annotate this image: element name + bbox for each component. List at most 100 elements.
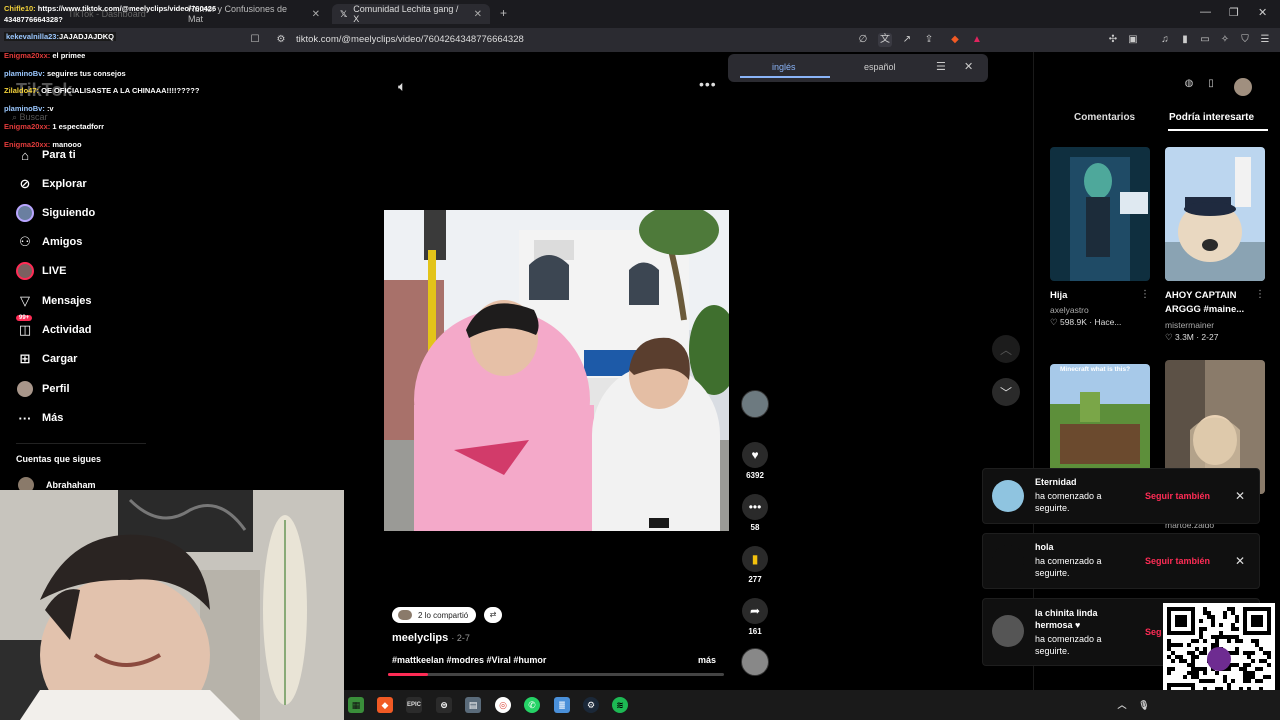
x-logo-icon: 𝕏 [340, 8, 348, 19]
sidebar-item-actividad[interactable]: ◫ 99+ Actividad [16, 315, 92, 339]
menu-icon[interactable]: ☰ [1258, 33, 1272, 47]
extensions-icon[interactable]: ✣ [1106, 33, 1120, 47]
share-button[interactable]: ➦ 161 [740, 598, 770, 636]
card-author: axelyastro [1050, 305, 1089, 316]
tab-comentarios[interactable]: Comentarios [1074, 112, 1135, 123]
notification-text: ha comenzado a seguirte. [1035, 556, 1102, 578]
video-progress-bar[interactable] [388, 673, 724, 676]
sound-disc-button[interactable] [740, 648, 770, 676]
wallet-icon[interactable]: ▭ [1198, 33, 1212, 47]
sidebar-item-mas[interactable]: ··· Más [16, 409, 64, 427]
next-video-chevron-down-icon[interactable]: ﹀ [992, 378, 1020, 406]
close-window-icon[interactable]: ✕ [1258, 6, 1267, 19]
webcam-feed [0, 490, 344, 720]
thumbnail-caption: Minecraft what is this? [1060, 366, 1131, 373]
hamburger-menu-icon[interactable]: ☰ [936, 60, 946, 73]
open-external-icon[interactable]: ↗ [900, 33, 914, 47]
shared-by-pill[interactable]: 2 lo compartió [392, 607, 477, 623]
save-button[interactable]: ▮ 277 [740, 546, 770, 584]
music-icon[interactable]: ♫ [1158, 33, 1172, 47]
bookmark-icon[interactable]: ☐ [248, 33, 262, 47]
share-icon[interactable]: ⇪ [922, 33, 936, 47]
sidebar-item-perfil[interactable]: Perfil [16, 380, 70, 398]
new-tab-button[interactable]: + [500, 6, 507, 20]
chevron-up-icon[interactable]: ︿ [1114, 697, 1130, 713]
site-settings-icon[interactable]: ⚙ [274, 33, 288, 47]
chat-text: 1 espectadforr [52, 122, 105, 131]
url-field[interactable]: tiktok.com/@meelyclips/video/76042643487… [296, 34, 524, 45]
video-hashtags[interactable]: #mattkeelan #modres #Viral #humor [392, 655, 546, 665]
more-options-icon[interactable]: ••• [699, 76, 717, 92]
close-icon[interactable]: ✕ [964, 60, 973, 73]
card-title: Hija [1050, 290, 1068, 301]
rewards-icon[interactable]: ▲ [970, 33, 984, 47]
translate-target-tab[interactable]: español [864, 62, 896, 72]
vpn-icon[interactable]: ⛉ [1238, 33, 1252, 47]
brave-shield-icon[interactable]: ◆ [948, 33, 962, 47]
recommended-video-card[interactable]: Hija axelyastro ♡ 598.9K · Hace... ⋮ [1050, 147, 1150, 328]
video-author[interactable]: meelyclips · 2-7 [392, 632, 470, 644]
close-icon[interactable]: ✕ [1235, 554, 1245, 568]
device-icon[interactable]: ▯ [1204, 78, 1218, 92]
notification-badge: 99+ [16, 315, 33, 321]
leo-ai-icon[interactable]: ✧ [1218, 33, 1232, 47]
close-icon[interactable]: ✕ [1235, 489, 1245, 503]
steam-icon[interactable]: ⚙ [583, 697, 599, 713]
follow-back-button[interactable]: Seguir también [1145, 491, 1210, 501]
avatar [992, 545, 1024, 577]
recommended-video-card[interactable]: AHOY CAPTAIN ARGGG #maine... mistermaine… [1165, 147, 1265, 343]
sidebar-item-cargar[interactable]: ⊞ Cargar [16, 350, 78, 368]
follow-back-button[interactable]: Seguir también [1145, 556, 1210, 566]
close-icon[interactable]: ✕ [474, 9, 482, 20]
chat-user: Zilaldo47: [4, 86, 40, 95]
more-icon: ··· [18, 410, 32, 426]
autoscroll-icon[interactable]: ◍ [1182, 78, 1196, 92]
chat-message: plaminoBv: seguires tus consejos [4, 69, 126, 78]
calculator-icon[interactable]: ▤ [465, 697, 481, 713]
volume-icon[interactable]: 🔈︎ [398, 78, 406, 95]
show-more-button[interactable]: más [698, 655, 716, 665]
chrome-icon[interactable]: ◎ [495, 697, 511, 713]
chat-message: Enigma20xx: 1 espectadforr [4, 122, 104, 131]
sidebar-item-explorar[interactable]: ⊘ Explorar [16, 175, 87, 193]
notepad-icon[interactable]: ≣ [554, 697, 570, 713]
whatsapp-icon[interactable]: ✆ [524, 697, 540, 713]
vertical-dots-icon[interactable]: ⋮ [1140, 289, 1150, 300]
repost-icon[interactable]: ⇄ [484, 607, 502, 623]
sidebar-item-siguiendo[interactable]: Siguiendo [16, 204, 95, 222]
minimize-icon[interactable]: — [1200, 6, 1211, 18]
app-icon[interactable]: ⊜ [436, 697, 452, 713]
video-player[interactable] [384, 210, 729, 531]
like-button[interactable]: ♥ 6392 [740, 442, 770, 480]
screenshot-icon[interactable]: ▣ [1126, 33, 1140, 47]
sidebar-item-live[interactable]: LIVE [16, 262, 66, 280]
follow-back-button[interactable]: Seg [1145, 627, 1162, 637]
browser-tab-active[interactable]: 𝕏 Comunidad Lechita gang / X ✕ [332, 4, 490, 24]
close-icon[interactable]: ✕ [312, 9, 320, 20]
previous-video-chevron-up-icon[interactable]: ︿ [992, 335, 1020, 363]
restore-icon[interactable]: ❐ [1229, 6, 1239, 19]
epic-games-icon[interactable]: EPIC [406, 697, 422, 713]
chat-text: 4348776664328? [4, 15, 63, 24]
spotify-icon[interactable]: ≋ [612, 697, 628, 713]
microphone-icon[interactable]: 🎙︎ [1136, 697, 1152, 713]
sidebar-item-amigos[interactable]: ⚇ Amigos [16, 233, 82, 251]
sidebar-item-label: Más [42, 412, 64, 424]
sidebar-item-mensajes[interactable]: ▽ Mensajes [16, 292, 92, 310]
comment-button[interactable]: ••• 58 [740, 494, 770, 532]
vertical-dots-icon[interactable]: ⋮ [1255, 289, 1265, 300]
heart-icon: ♥ [742, 442, 768, 468]
translate-icon[interactable]: 文 [878, 33, 892, 47]
tab-podria-interesarte[interactable]: Podría interesarte [1169, 112, 1254, 123]
sidebar-item-label: Mensajes [42, 295, 92, 307]
brave-browser-icon[interactable]: ◆ [377, 697, 393, 713]
translate-source-tab[interactable]: inglés [772, 62, 796, 72]
no-sound-icon[interactable]: ∅ [856, 33, 870, 47]
avatar[interactable] [1234, 78, 1252, 96]
comment-count: 58 [750, 523, 760, 532]
notification-user: Eternidad [1035, 477, 1077, 487]
active-tab-indicator [1168, 129, 1268, 131]
creator-avatar-button[interactable] [740, 390, 770, 418]
minecraft-icon[interactable]: ▦ [348, 697, 364, 713]
sidebar-toggle-icon[interactable]: ▮ [1178, 33, 1192, 47]
